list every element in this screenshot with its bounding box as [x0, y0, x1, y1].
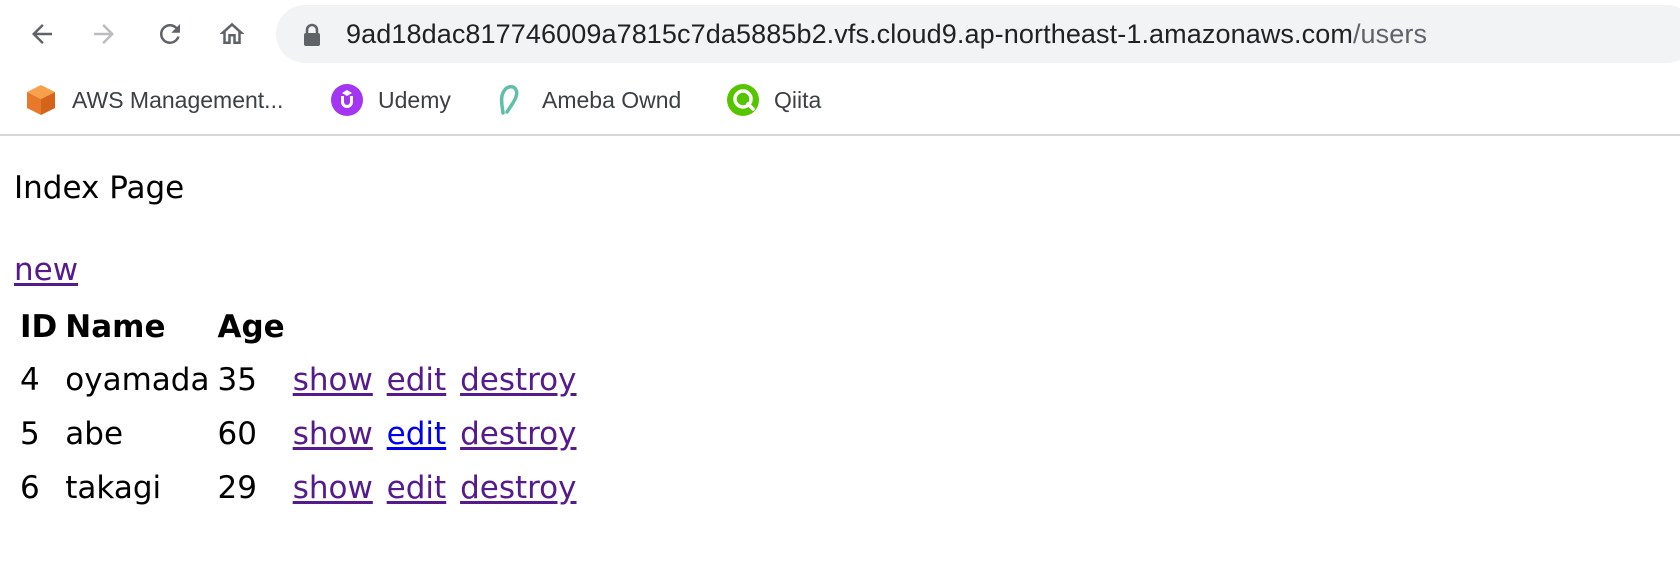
bookmark-udemy[interactable]: Udemy [330, 80, 451, 120]
reload-icon [159, 23, 180, 44]
cell-name: takagi [65, 470, 162, 506]
destroy-link[interactable]: destroy [460, 470, 576, 506]
browser-toolbar: 9ad18dac817746009a7815c7da5885b2.vfs.clo… [0, 0, 1680, 68]
table-row: 5 abe 60 show edit destroy [20, 408, 585, 460]
show-link[interactable]: show [293, 362, 373, 398]
ameba-ownd-icon [494, 83, 528, 117]
address-bar[interactable]: 9ad18dac817746009a7815c7da5885b2.vfs.clo… [276, 5, 1680, 63]
lock-icon[interactable] [302, 23, 322, 47]
cell-name: oyamada [65, 362, 210, 398]
qiita-icon [726, 83, 760, 117]
table-header-row: ID Name Age [20, 302, 585, 352]
show-link[interactable]: show [293, 416, 373, 452]
column-header-name: Name [65, 309, 166, 345]
back-button[interactable] [22, 14, 62, 54]
bookmark-label: Ameba Ownd [542, 86, 682, 113]
cell-actions: show edit destroy [293, 354, 585, 406]
url-host: 9ad18dac817746009a7815c7da5885b2.vfs.clo… [346, 19, 1353, 49]
bookmark-aws[interactable]: AWS Management... [24, 80, 283, 120]
new-user-link[interactable]: new [14, 252, 78, 288]
forward-button[interactable] [84, 14, 124, 54]
udemy-icon [330, 83, 364, 117]
page-title: Index Page [14, 170, 185, 206]
forward-arrow-icon [94, 24, 114, 44]
cell-age: 60 [217, 416, 257, 452]
back-arrow-icon [32, 24, 52, 44]
column-header-age: Age [217, 309, 285, 345]
bookmark-label: AWS Management... [72, 86, 284, 113]
column-header-id: ID [20, 309, 58, 345]
cell-age: 29 [217, 470, 257, 506]
show-link[interactable]: show [293, 470, 373, 506]
cell-age: 35 [217, 362, 257, 398]
bookmark-label: Qiita [774, 86, 822, 113]
column-header-actions [293, 302, 585, 352]
table-row: 4 oyamada 35 show edit destroy [20, 354, 585, 406]
url-text[interactable]: 9ad18dac817746009a7815c7da5885b2.vfs.clo… [346, 19, 1427, 49]
edit-link[interactable]: edit [387, 470, 447, 506]
cell-id: 6 [20, 470, 40, 506]
edit-link[interactable]: edit [387, 362, 447, 398]
home-button[interactable] [212, 14, 252, 54]
aws-cube-icon [24, 83, 58, 117]
cell-actions: show edit destroy [293, 408, 585, 460]
bookmarks-bar: AWS Management... Udemy Ameba Ownd Qiita [0, 68, 1680, 136]
bookmark-label: Udemy [378, 86, 451, 113]
table-row: 6 takagi 29 show edit destroy [20, 462, 585, 514]
cell-name: abe [65, 416, 124, 452]
cell-actions: show edit destroy [293, 462, 585, 514]
cell-id: 4 [20, 362, 40, 398]
destroy-link[interactable]: destroy [460, 362, 576, 398]
bookmark-ameba-ownd[interactable]: Ameba Ownd [494, 80, 681, 120]
url-path: /users [1352, 19, 1428, 49]
reload-button[interactable] [150, 14, 190, 54]
edit-link[interactable]: edit [387, 416, 447, 452]
destroy-link[interactable]: destroy [460, 416, 576, 452]
cell-id: 5 [20, 416, 40, 452]
home-icon [219, 22, 245, 44]
users-table: ID Name Age 4 oyamada 35 show edit destr… [16, 300, 589, 516]
bookmark-qiita[interactable]: Qiita [726, 80, 821, 120]
